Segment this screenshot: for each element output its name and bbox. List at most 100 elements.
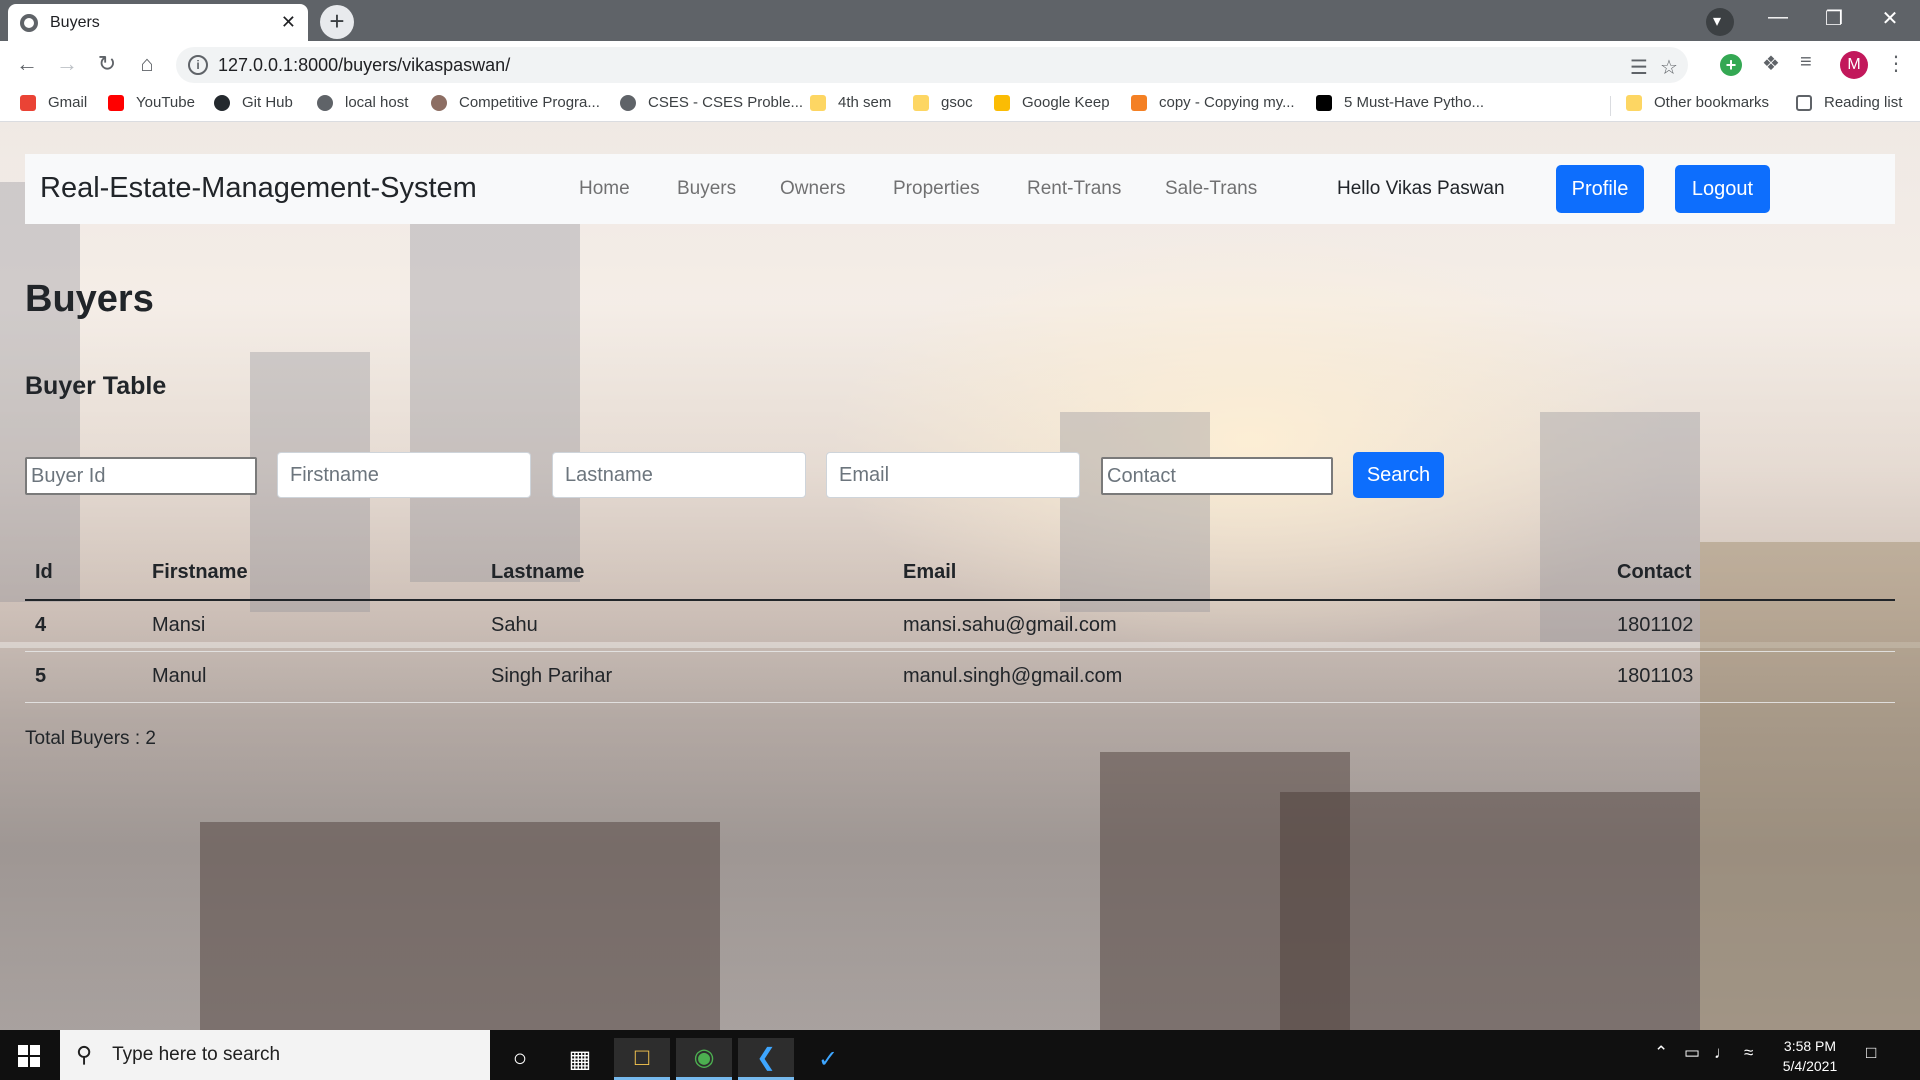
search-icon: ⚲ [76,1042,93,1067]
column-header-contact: Contact [1607,546,1895,601]
forward-arrow-icon[interactable]: → [52,51,82,77]
bookmark-star-icon[interactable]: ☆ [1660,55,1678,80]
nav-link-owners[interactable]: Owners [780,178,845,200]
browser-toolbar: ← → ↻ ⌂ i 127.0.0.1:8000/buyers/vikaspas… [0,41,1920,88]
bookmark-cses[interactable]: CSES - CSES Proble... [620,94,803,111]
notifications-icon[interactable]: □ [1866,1043,1876,1063]
page-viewport: Real-Estate-Management-System Home Buyer… [0,122,1920,1030]
bookmark-localhost[interactable]: local host [317,94,408,111]
firstname-input[interactable]: Firstname [277,452,531,498]
site-info-icon[interactable]: i [188,55,208,75]
nav-link-sale-trans[interactable]: Sale-Trans [1165,178,1257,200]
folder-icon [810,94,826,111]
column-header-firstname: Firstname [142,546,481,601]
bookmark-4th-sem[interactable]: 4th sem [810,94,891,111]
show-hidden-icons-icon[interactable]: ⌃ [1654,1043,1668,1063]
taskbar-search-placeholder: Type here to search [112,1044,281,1065]
cell-id: 4 [25,600,142,652]
bookmark-gmail[interactable]: Gmail [20,94,87,111]
restore-icon[interactable]: ❐ [1804,6,1864,31]
window-close-icon[interactable]: ✕ [1860,6,1920,31]
chrome-icon[interactable]: ◉ [676,1038,732,1080]
nav-link-properties[interactable]: Properties [893,178,980,200]
extension-plus-icon[interactable]: + [1720,54,1742,76]
nav-link-home[interactable]: Home [579,178,630,200]
profile-button[interactable]: Profile [1556,165,1644,213]
windows-taskbar: ⚲ Type here to search ○ ▦ □ ◉ ❮ ✓ ⌃ ▭ ♩ … [0,1030,1920,1080]
browser-tab-strip: Buyers ✕ + — ❐ ✕ [0,0,1920,41]
browser-tab[interactable]: Buyers ✕ [8,4,308,41]
menu-kebab-icon[interactable]: ⋮ [1886,51,1906,76]
new-tab-button[interactable]: + [320,5,354,39]
system-clock[interactable]: 3:58 PM 5/4/2021 [1770,1036,1850,1076]
wifi-icon[interactable]: ≈ [1744,1043,1753,1063]
todo-icon[interactable]: ✓ [800,1038,856,1080]
cell-firstname: Manul [142,651,481,703]
section-title: Buyer Table [25,372,167,400]
gmail-icon [20,94,36,111]
bookmark-gsoc[interactable]: gsoc [913,94,973,111]
table-header-row: Id Firstname Lastname Email Contact [25,546,1895,601]
email-input[interactable]: Email [826,452,1080,498]
table-row: 4 Mansi Sahu mansi.sahu@gmail.com 180110… [25,600,1895,652]
minimize-icon[interactable]: — [1748,6,1808,29]
site-navbar: Real-Estate-Management-System Home Buyer… [25,154,1895,224]
bookmark-copy[interactable]: copy - Copying my... [1131,94,1295,111]
clock-date: 5/4/2021 [1782,1058,1838,1074]
background-sofa [200,822,720,1030]
github-icon [214,94,230,111]
reading-list[interactable]: Reading list [1796,94,1902,111]
clock-time: 3:58 PM [1783,1038,1837,1054]
back-arrow-icon[interactable]: ← [12,51,42,77]
taskbar-search-box[interactable]: ⚲ Type here to search [60,1030,490,1080]
nav-link-rent-trans[interactable]: Rent-Trans [1027,178,1121,200]
bookmark-github[interactable]: Git Hub [214,94,293,111]
contact-input[interactable]: Contact [1101,457,1333,495]
bookmark-youtube[interactable]: YouTube [108,94,195,111]
cell-contact: 1801102 [1607,600,1895,652]
buyers-table: Id Firstname Lastname Email Contact 4 Ma… [25,546,1895,703]
volume-icon[interactable]: ♩ [1714,1043,1731,1063]
nav-link-buyers[interactable]: Buyers [677,178,736,200]
close-icon[interactable]: ✕ [281,12,296,33]
column-header-email: Email [893,546,1607,601]
home-icon[interactable]: ⌂ [132,51,162,77]
bookmark-google-keep[interactable]: Google Keep [994,94,1110,111]
reading-list-icon [1796,94,1812,111]
brand-title[interactable]: Real-Estate-Management-System [40,172,477,205]
cell-email: manul.singh@gmail.com [893,651,1607,703]
search-button[interactable]: Search [1353,452,1444,498]
folder-icon [1626,94,1642,111]
page-title: Buyers [25,278,154,320]
background-building [410,222,580,582]
cell-lastname: Singh Parihar [481,651,893,703]
bookmark-python[interactable]: 5 Must-Have Pytho... [1316,94,1484,111]
globe-icon [620,94,636,111]
cell-email: mansi.sahu@gmail.com [893,600,1607,652]
reload-icon[interactable]: ↻ [92,51,122,77]
windows-start-icon[interactable] [18,1045,40,1067]
tab-search-icon[interactable] [1706,8,1734,36]
buyer-id-input[interactable]: Buyer Id [25,457,257,495]
other-bookmarks[interactable]: Other bookmarks [1626,94,1769,111]
battery-icon[interactable]: ▭ [1684,1043,1700,1063]
globe-icon [20,13,38,32]
cortana-icon[interactable]: ○ [492,1038,548,1080]
url-text: 127.0.0.1:8000/buyers/vikaspaswan/ [218,55,511,75]
lastname-input[interactable]: Lastname [552,452,806,498]
cell-id: 5 [25,651,142,703]
task-view-icon[interactable]: ▦ [552,1038,608,1080]
cell-lastname: Sahu [481,600,893,652]
bookmark-competitive[interactable]: Competitive Progra... [431,94,600,111]
vscode-icon[interactable]: ❮ [738,1038,794,1080]
address-bar[interactable]: i 127.0.0.1:8000/buyers/vikaspaswan/ ☰ ☆ [176,47,1688,83]
profile-avatar[interactable]: M [1840,51,1868,79]
file-explorer-icon[interactable]: □ [614,1038,670,1080]
logout-button[interactable]: Logout [1675,165,1770,213]
column-header-lastname: Lastname [481,546,893,601]
media-queue-icon[interactable]: ≡ [1800,51,1812,74]
extensions-puzzle-icon[interactable]: ❖ [1762,51,1780,76]
bookmarks-bar: Gmail YouTube Git Hub local host Competi… [0,88,1920,122]
translate-icon[interactable]: ☰ [1630,55,1648,80]
bookmarks-divider [1610,96,1611,116]
